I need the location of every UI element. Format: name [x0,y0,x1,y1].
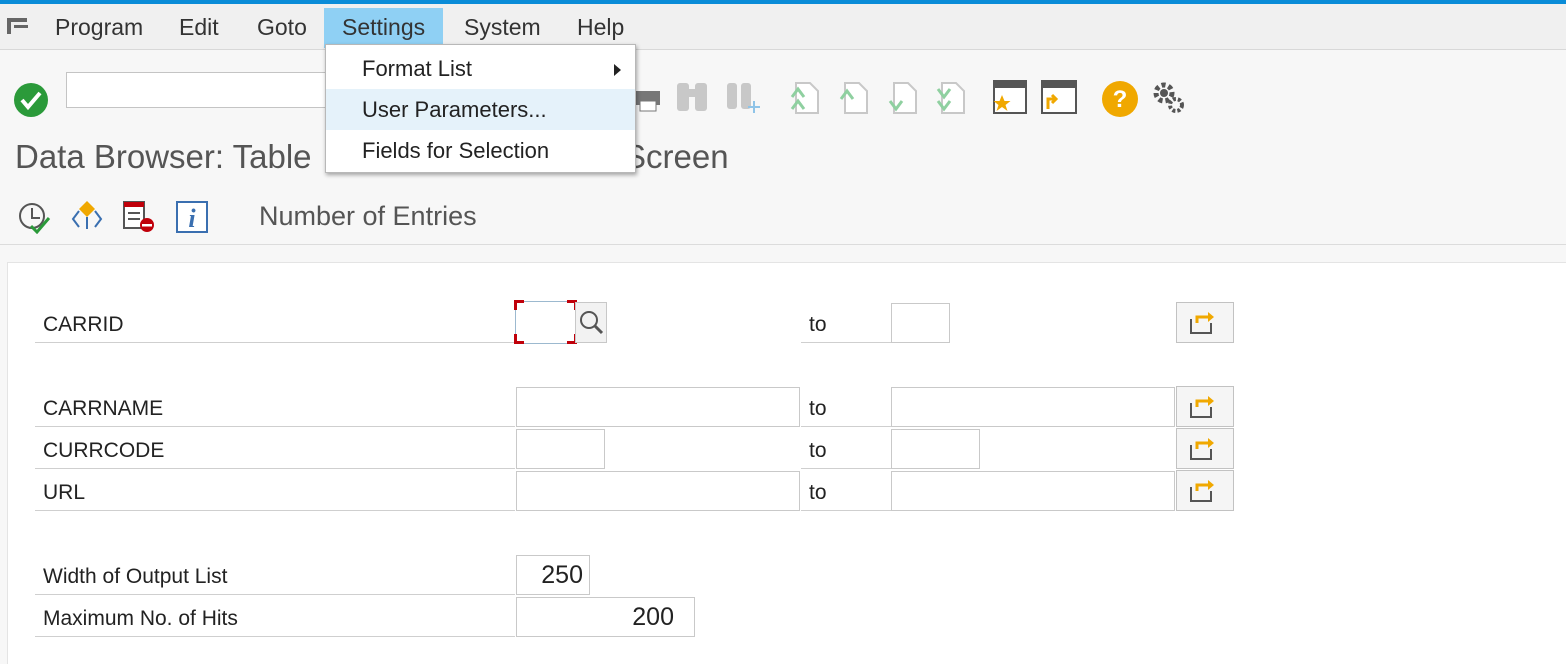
url-multiple-selection-button[interactable] [1176,470,1234,511]
url-to-label: to [801,473,891,511]
search-help-button[interactable] [575,302,607,343]
menu-icon[interactable] [6,16,32,36]
menu-program[interactable]: Program [55,14,143,44]
carrid-to-input[interactable] [891,303,950,343]
find-next-icon[interactable] [724,79,762,115]
menu-item-format-list[interactable]: Format List [326,48,635,89]
width-of-output-list-label: Width of Output List [35,557,515,595]
menu-edit[interactable]: Edit [179,14,219,44]
previous-page-icon[interactable] [835,79,869,117]
page-title: Data Browser: Table [15,138,312,175]
submenu-arrow-icon [614,64,621,76]
carrname-from-input[interactable] [516,387,800,427]
svg-text:i: i [188,204,196,233]
multiple-selection-icon [1190,396,1214,418]
carrid-to-label: to [801,305,891,343]
carrname-to-input[interactable] [891,387,1175,427]
currcode-from-input[interactable] [516,429,605,469]
settings-dropdown-menu: Format List User Parameters... Fields fo… [325,44,636,173]
carrname-to-label: to [801,389,891,427]
url-to-input[interactable] [891,471,1175,511]
standard-toolbar: ? [0,51,1566,127]
menu-bar: Program Edit Goto Settings System Help [0,4,1566,50]
svg-text:?: ? [1113,86,1128,113]
layout-menu-icon[interactable] [1040,79,1078,117]
url-from-input[interactable] [516,471,800,511]
carrname-label: CARRNAME [35,389,515,427]
focus-corner-bl [514,334,524,344]
find-icon[interactable] [674,79,712,115]
delete-selection-icon[interactable] [122,200,156,234]
selection-options-icon[interactable] [70,199,104,233]
menu-settings[interactable]: Settings [324,8,444,48]
multiple-selection-icon [1190,312,1214,334]
multiple-selection-icon [1190,480,1214,502]
width-of-output-list-input[interactable]: 250 [516,555,590,595]
info-icon[interactable]: i [175,200,211,234]
last-page-icon[interactable] [932,79,966,117]
next-page-icon[interactable] [884,79,918,117]
execute-icon[interactable] [17,202,51,234]
carrname-multiple-selection-button[interactable] [1176,386,1234,427]
application-toolbar: i Number of Entries [0,187,1566,245]
carrid-label: CARRID [35,305,515,343]
currcode-to-input[interactable] [891,429,980,469]
print-icon[interactable] [634,81,664,115]
currcode-label: CURRCODE [35,431,515,469]
number-of-entries-button[interactable]: Number of Entries [259,201,477,232]
multiple-selection-icon [1190,438,1214,460]
page-title-suffix: Screen [624,138,729,175]
maximum-hits-input[interactable]: 200 [516,597,695,637]
menu-item-user-parameters[interactable]: User Parameters... [326,89,635,130]
first-page-icon[interactable] [786,79,820,117]
maximum-hits-label: Maximum No. of Hits [35,599,515,637]
url-label: URL [35,473,515,511]
focus-corner-tl [514,300,524,310]
menu-goto[interactable]: Goto [257,14,307,44]
carrid-multiple-selection-button[interactable] [1176,302,1234,343]
currcode-to-label: to [801,431,891,469]
menu-item-fields-for-selection[interactable]: Fields for Selection [326,130,635,171]
enter-icon[interactable] [12,81,50,119]
customize-icon[interactable] [1150,79,1188,117]
command-field[interactable] [66,72,336,108]
currcode-multiple-selection-button[interactable] [1176,428,1234,469]
menu-help[interactable]: Help [577,14,624,44]
help-icon[interactable]: ? [1101,80,1139,118]
create-shortcut-icon[interactable] [992,79,1028,117]
search-icon [580,311,604,335]
menu-system[interactable]: System [464,14,541,44]
